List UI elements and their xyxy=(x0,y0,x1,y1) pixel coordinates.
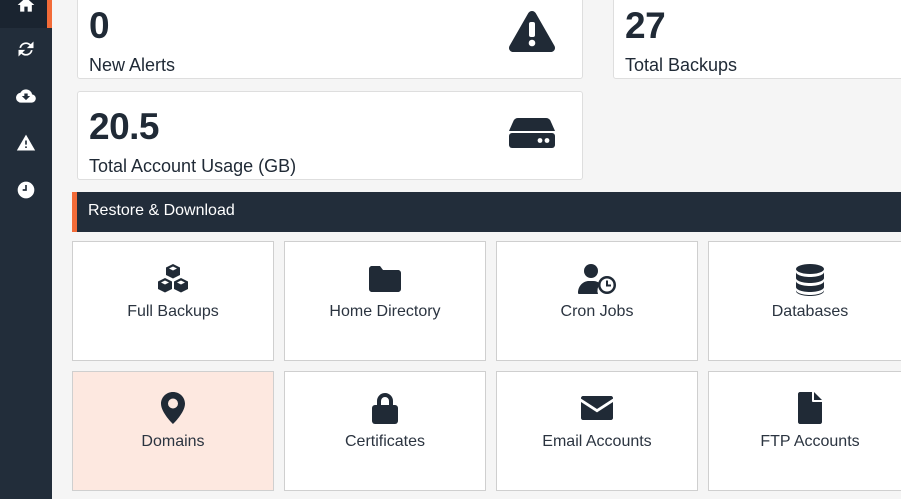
cron-jobs-label: Cron Jobs xyxy=(560,303,634,320)
ftp-accounts-label: FTP Accounts xyxy=(760,433,860,450)
certificates-tile[interactable]: Certificates xyxy=(284,371,486,491)
home-directory-tile[interactable]: Home Directory xyxy=(284,241,486,361)
lock-icon xyxy=(372,393,398,424)
cloud-download-icon xyxy=(16,88,36,103)
map-marker-icon xyxy=(161,392,185,424)
hard-drive-icon xyxy=(509,118,555,148)
cubes-icon xyxy=(158,264,188,293)
account-usage-value: 20.5 xyxy=(89,106,160,147)
total-backups-card[interactable]: 27 Total Backups xyxy=(613,0,901,79)
account-usage-card[interactable]: 20.5 Total Account Usage (GB) xyxy=(77,91,583,180)
home-directory-label: Home Directory xyxy=(329,303,441,320)
sidebar-item-home[interactable] xyxy=(0,0,52,28)
sidebar-item-history[interactable] xyxy=(0,166,52,213)
email-accounts-label: Email Accounts xyxy=(542,433,652,450)
sidebar xyxy=(0,0,52,499)
full-backups-label: Full Backups xyxy=(127,303,219,320)
new-alerts-card[interactable]: 0 New Alerts xyxy=(77,0,583,79)
certificates-label: Certificates xyxy=(344,433,426,450)
domains-tile[interactable]: Domains xyxy=(72,371,274,491)
cron-jobs-tile[interactable]: Cron Jobs xyxy=(496,241,698,361)
databases-tile[interactable]: Databases xyxy=(708,241,901,361)
warning-icon xyxy=(509,11,555,52)
refresh-icon xyxy=(18,41,34,56)
file-icon xyxy=(798,392,822,424)
database-icon xyxy=(796,264,824,296)
envelope-icon xyxy=(581,396,613,420)
restore-download-header: Restore & Download xyxy=(72,192,901,232)
sidebar-item-alerts[interactable] xyxy=(0,119,52,166)
total-backups-value: 27 xyxy=(625,5,666,46)
warning-icon xyxy=(16,134,36,150)
email-accounts-tile[interactable]: Email Accounts xyxy=(496,371,698,491)
ftp-accounts-tile[interactable]: FTP Accounts xyxy=(708,371,901,491)
new-alerts-value: 0 xyxy=(89,5,110,46)
sidebar-item-download[interactable] xyxy=(0,72,52,119)
account-usage-label: Total Account Usage (GB) xyxy=(89,156,297,176)
databases-label: Databases xyxy=(771,303,849,320)
clock-icon xyxy=(17,181,35,198)
user-clock-icon xyxy=(578,264,616,294)
total-backups-label: Total Backups xyxy=(625,55,738,75)
new-alerts-label: New Alerts xyxy=(89,55,176,75)
section-title: Restore & Download xyxy=(88,202,235,219)
home-icon xyxy=(17,0,35,12)
sidebar-item-refresh[interactable] xyxy=(0,25,52,72)
domains-label: Domains xyxy=(141,433,205,450)
folder-icon xyxy=(369,266,401,292)
full-backups-tile[interactable]: Full Backups xyxy=(72,241,274,361)
